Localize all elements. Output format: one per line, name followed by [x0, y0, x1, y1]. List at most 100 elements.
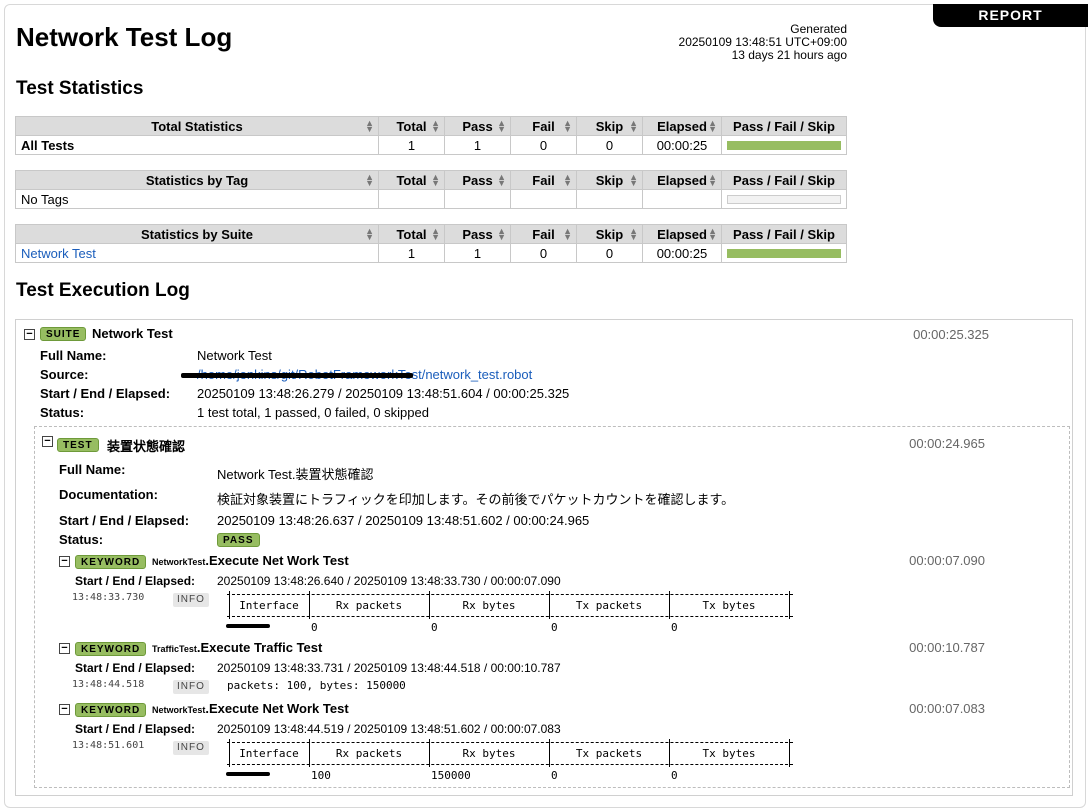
- collapse-keyword-toggle[interactable]: −: [59, 556, 70, 567]
- column-header-graph[interactable]: Pass / Fail / Skip: [721, 170, 847, 190]
- message-table: Interface Rx packets Rx bytes Tx packets…: [226, 591, 793, 634]
- suite-status-key: Status:: [40, 405, 85, 420]
- keyword-elapsed: 00:00:07.090: [909, 553, 985, 568]
- column-header-total[interactable]: Total ▲ ▼: [378, 224, 445, 244]
- column-header-name[interactable]: Statistics by Tag ▲ ▼: [15, 170, 379, 190]
- test-name[interactable]: 装置状態確認: [107, 436, 185, 455]
- message-timestamp: 13:48:51.601: [72, 740, 145, 751]
- table-header-row: Total Statistics ▲ ▼ Total ▲ ▼ Pass ▲ ▼ Fail ▲ ▼…: [15, 116, 847, 136]
- collapse-test-toggle[interactable]: −: [42, 436, 53, 447]
- suite-elapsed: 00:00:25.325: [913, 327, 989, 342]
- row-elapsed: [642, 189, 722, 209]
- message-level: INFO: [173, 680, 209, 694]
- column-header-graph[interactable]: Pass / Fail / Skip: [721, 116, 847, 136]
- row-pass: [444, 189, 511, 209]
- pass-bar: [727, 140, 841, 150]
- table-header-row: Statistics by Tag ▲ ▼ Total ▲ ▼ Pass ▲ ▼ Fail ▲…: [15, 170, 847, 190]
- collapse-suite-toggle[interactable]: −: [24, 329, 35, 340]
- sort-icon: ▲ ▼: [365, 226, 374, 242]
- suite-name[interactable]: Network Test: [92, 326, 173, 341]
- column-header-fail[interactable]: Fail ▲ ▼: [510, 170, 577, 190]
- suite-source-key: Source:: [40, 367, 89, 382]
- statistics-title: Test Statistics: [16, 78, 144, 99]
- sort-icon: ▲ ▼: [431, 226, 440, 242]
- column-header-fail[interactable]: Fail ▲ ▼: [510, 224, 577, 244]
- test-times-key: Start / End / Elapsed:: [59, 513, 190, 528]
- column-header-elapsed[interactable]: Elapsed ▲ ▼: [642, 116, 722, 136]
- sort-icon: ▲ ▼: [563, 226, 572, 242]
- sort-icon: ▲ ▼: [629, 226, 638, 242]
- sort-icon: ▲ ▼: [431, 118, 440, 134]
- generated-info: Generated 20250109 13:48:51 UTC+09:00 13…: [679, 23, 847, 62]
- column-header-pass[interactable]: Pass ▲ ▼: [444, 224, 511, 244]
- table-cell: 0: [311, 621, 318, 634]
- table-header-row: Statistics by Suite ▲ ▼ Total ▲ ▼ Pass ▲ ▼ Fai…: [15, 224, 847, 244]
- suite-full-name: Network Test: [197, 348, 272, 363]
- suite-times-key: Start / End / Elapsed:: [40, 386, 171, 401]
- sort-icon: ▲ ▼: [563, 118, 572, 134]
- tag-statistics-table: Statistics by Tag ▲ ▼ Total ▲ ▼ Pass ▲ ▼ Fail ▲…: [15, 170, 847, 209]
- keyword-label: KEYWORD: [75, 642, 147, 656]
- test-block: − TEST 装置状態確認 00:00:24.965 Full Name: Ne…: [34, 426, 1070, 788]
- report-link[interactable]: REPORT: [933, 4, 1088, 27]
- keyword-name[interactable]: TrafficTest.Execute Traffic Test: [152, 640, 322, 655]
- suite-link[interactable]: Network Test: [21, 246, 96, 261]
- test-label: TEST: [57, 438, 99, 452]
- sort-icon: ▲ ▼: [431, 172, 440, 188]
- sort-icon: ▲ ▼: [563, 172, 572, 188]
- column-header-pass[interactable]: Pass ▲ ▼: [444, 116, 511, 136]
- page-title: Network Test Log: [16, 22, 233, 52]
- keyword-name[interactable]: NetworkTest.Execute Net Work Test: [152, 701, 349, 716]
- row-elapsed: 00:00:25: [642, 135, 722, 155]
- row-name: No Tags: [15, 189, 379, 209]
- keyword-times-key: Start / End / Elapsed:: [75, 722, 196, 736]
- column-header-total[interactable]: Total ▲ ▼: [378, 116, 445, 136]
- test-doc-key: Documentation:: [59, 487, 158, 502]
- column-header-skip[interactable]: Skip ▲ ▼: [576, 170, 643, 190]
- table-cell: 0: [551, 769, 558, 782]
- row-name: All Tests: [15, 135, 379, 155]
- row-total: 1: [378, 243, 445, 263]
- message-level: INFO: [173, 593, 209, 607]
- suite-label: SUITE: [40, 327, 87, 341]
- test-status-key: Status:: [59, 532, 104, 547]
- table-border: [227, 616, 793, 617]
- column-header-total[interactable]: Total ▲ ▼: [378, 170, 445, 190]
- sort-icon: ▲ ▼: [629, 118, 638, 134]
- sort-icon: ▲ ▼: [708, 226, 717, 242]
- suite-statistics-table: Statistics by Suite ▲ ▼ Total ▲ ▼ Pass ▲ ▼ Fai…: [15, 224, 847, 263]
- sort-icon: ▲ ▼: [708, 172, 717, 188]
- column-header-pass[interactable]: Pass ▲ ▼: [444, 170, 511, 190]
- table-header-tx-packets: Tx packets: [575, 599, 643, 612]
- row-graph: [721, 243, 847, 263]
- table-cell: 0: [551, 621, 558, 634]
- row-fail: [510, 189, 577, 209]
- row-skip: 0: [576, 243, 643, 263]
- column-header-fail[interactable]: Fail ▲ ▼: [510, 116, 577, 136]
- column-header-skip[interactable]: Skip ▲ ▼: [576, 224, 643, 244]
- table-header-interface: Interface: [239, 599, 299, 612]
- table-row: No Tags: [15, 189, 847, 209]
- message-timestamp: 13:48:33.730: [72, 592, 145, 603]
- suite-full-name-key: Full Name:: [40, 348, 107, 363]
- table-cell: 0: [671, 769, 678, 782]
- collapse-keyword-toggle[interactable]: −: [59, 704, 70, 715]
- column-header-skip[interactable]: Skip ▲ ▼: [576, 116, 643, 136]
- table-row: All Tests 1 1 0 0 00:00:25: [15, 135, 847, 155]
- column-header-name[interactable]: Total Statistics ▲ ▼: [15, 116, 379, 136]
- table-header-rx-packets: Rx packets: [335, 747, 403, 760]
- column-header-elapsed[interactable]: Elapsed ▲ ▼: [642, 170, 722, 190]
- column-header-elapsed[interactable]: Elapsed ▲ ▼: [642, 224, 722, 244]
- table-header-tx-bytes: Tx bytes: [702, 599, 756, 612]
- table-header-tx-packets: Tx packets: [575, 747, 643, 760]
- collapse-keyword-toggle[interactable]: −: [59, 643, 70, 654]
- row-pass: 1: [444, 243, 511, 263]
- row-pass: 1: [444, 135, 511, 155]
- test-documentation: 検証対象装置にトラフィックを印加します。その前後でパケットカウントを確認します。: [217, 492, 735, 507]
- keyword-label: KEYWORD: [75, 555, 147, 569]
- column-header-name[interactable]: Statistics by Suite ▲ ▼: [15, 224, 379, 244]
- keyword-name[interactable]: NetworkTest.Execute Net Work Test: [152, 553, 349, 568]
- sort-icon: ▲ ▼: [365, 118, 374, 134]
- column-header-graph[interactable]: Pass / Fail / Skip: [721, 224, 847, 244]
- row-fail: 0: [510, 135, 577, 155]
